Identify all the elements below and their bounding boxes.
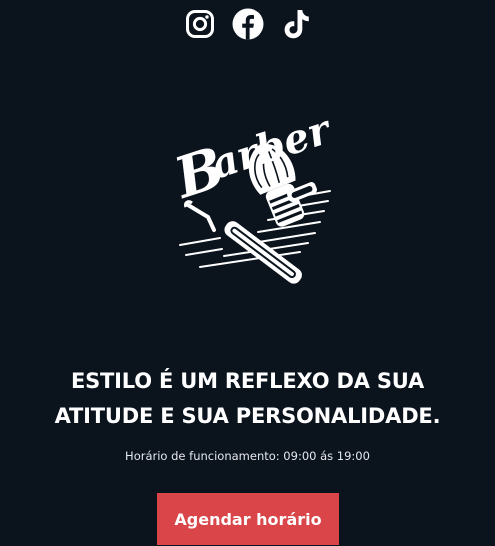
opening-hours-text: Horário de funcionamento: 09:00 ás 19:00 [125,449,370,463]
instagram-icon [185,10,214,38]
social-links [0,4,495,44]
barber-wordmark: B arber [165,105,338,212]
tiktok-link[interactable] [280,6,312,42]
barber-logo: B arber [160,95,340,285]
tiktok-icon [284,10,309,39]
facebook-link[interactable] [232,6,264,42]
hero-headline: ESTILO É UM REFLEXO DA SUA ATITUDE E SUA… [0,364,495,434]
facebook-icon [232,8,263,40]
headline-line-2: ATITUDE E SUA PERSONALIDADE. [54,404,441,428]
book-appointment-button[interactable]: Agendar horário [157,493,339,545]
headline-line-1: ESTILO É UM REFLEXO DA SUA [70,369,425,393]
instagram-link[interactable] [184,6,216,42]
